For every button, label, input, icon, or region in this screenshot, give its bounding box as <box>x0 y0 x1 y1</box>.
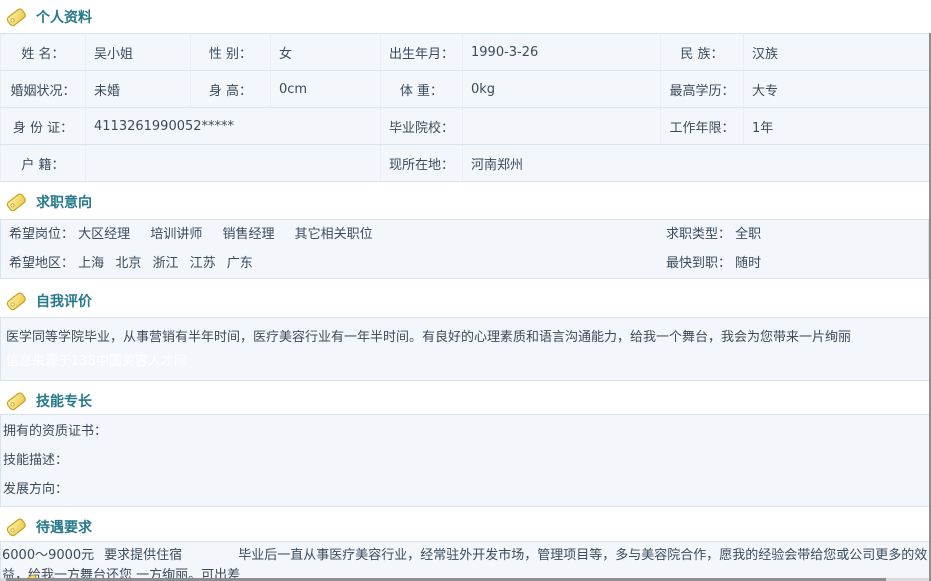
household-label: 户 籍： <box>1 145 86 182</box>
job-type-value: 全职 <box>735 227 761 242</box>
development-direction-label: 发展方向： <box>3 475 930 504</box>
weight-value: 0kg <box>463 71 661 108</box>
position-item: 培训讲师 <box>150 227 202 242</box>
tag-icon <box>4 192 28 212</box>
start-time-label: 最快到职： <box>666 256 731 271</box>
salary-box: 6000～9000元要求提供住宿毕业后一直从事医疗美容行业，经常驻外开发市场，管… <box>0 541 931 581</box>
skills-box: 拥有的资质证书： 技能描述： 发展方向： <box>0 414 931 507</box>
work-years-value: 1年 <box>744 108 930 145</box>
name-value: 吴小姐 <box>86 34 191 71</box>
tag-icon <box>4 291 28 311</box>
ethnicity-label: 民 族： <box>661 34 744 71</box>
section-title-intention: 求职意向 <box>36 192 92 212</box>
table-row: 姓 名： 吴小姐 性 别： 女 出生年月： 1990-3-26 民 族： 汉族 <box>1 34 930 71</box>
section-header-intention: 求职意向 <box>0 191 931 213</box>
section-header-personal: 个人资料 <box>0 6 931 28</box>
watermark-text: 信息来源于138中国美容人才网 <box>6 350 931 374</box>
work-years-label: 工作年限： <box>661 108 744 145</box>
household-value <box>86 145 381 182</box>
region-item: 广东 <box>227 256 253 271</box>
birthdate-label: 出生年月： <box>381 34 463 71</box>
table-row: 户 籍： 现所在地： 河南郑州 <box>1 145 930 182</box>
ethnicity-value: 汉族 <box>744 34 930 71</box>
position-item: 其它相关职位 <box>295 227 373 242</box>
table-row: 婚姻状况： 未婚 身 高： 0cm 体 重： 0kg 最高学历： 大专 <box>1 71 930 108</box>
table-row: 身 份 证： 4113261990052***** 毕业院校： 工作年限： 1年 <box>1 108 930 145</box>
school-label: 毕业院校： <box>381 108 463 145</box>
gender-label: 性 别： <box>191 34 271 71</box>
intention-box: 希望岗位： 大区经理 培训讲师 销售经理 其它相关职位 希望地区： 上海 北京 … <box>0 219 929 279</box>
region-item: 上海 <box>78 256 104 271</box>
intention-right-column: 求职类型： 全职 最快到职： 随时 <box>666 220 761 278</box>
location-label: 现所在地： <box>381 145 463 182</box>
salary-range: 6000～9000元 <box>2 548 94 563</box>
height-label: 身 高： <box>191 71 271 108</box>
region-item: 江苏 <box>190 256 216 271</box>
height-value: 0cm <box>271 71 381 108</box>
start-time-value: 随时 <box>735 256 761 271</box>
personal-info-table: 姓 名： 吴小姐 性 别： 女 出生年月： 1990-3-26 民 族： 汉族 … <box>0 33 930 182</box>
gender-value: 女 <box>271 34 381 71</box>
education-label: 最高学历： <box>661 71 744 108</box>
resume-page: 个人资料 姓 名： 吴小姐 性 别： 女 出生年月： 1990-3-26 民 族… <box>0 0 931 581</box>
region-item: 北京 <box>115 256 141 271</box>
skill-description-label: 技能描述： <box>3 446 930 475</box>
job-type-label: 求职类型： <box>666 227 731 242</box>
birthdate-value: 1990-3-26 <box>463 34 661 71</box>
name-label: 姓 名： <box>1 34 86 71</box>
education-value: 大专 <box>744 71 930 108</box>
tag-icon <box>4 7 28 27</box>
self-evaluation-box: 医学同等学院毕业，从事营销有半年时间，医疗美容行业有一年半时间。有良好的心理素质… <box>0 317 931 381</box>
tag-icon <box>4 517 28 537</box>
certificate-label: 拥有的资质证书： <box>3 417 930 446</box>
region-item: 浙江 <box>152 256 178 271</box>
id-value: 4113261990052***** <box>86 108 381 145</box>
section-header-self-evaluation: 自我评价 <box>0 290 931 312</box>
school-value <box>463 108 661 145</box>
id-label: 身 份 证： <box>1 108 86 145</box>
desired-regions-row: 希望地区： 上海 北京 浙江 江苏 广东 <box>1 249 928 278</box>
section-title-personal: 个人资料 <box>36 7 92 27</box>
section-header-salary: 待遇要求 <box>0 516 931 538</box>
marital-value: 未婚 <box>86 71 191 108</box>
tag-icon <box>4 391 28 411</box>
position-item: 大区经理 <box>78 227 130 242</box>
self-evaluation-text: 医学同等学院毕业，从事营销有半年时间，医疗美容行业有一年半时间。有良好的心理素质… <box>6 326 931 350</box>
marital-label: 婚姻状况： <box>1 71 86 108</box>
weight-label: 体 重： <box>381 71 463 108</box>
section-title-skills: 技能专长 <box>36 391 92 411</box>
section-title-salary: 待遇要求 <box>36 517 92 537</box>
location-value: 河南郑州 <box>463 145 930 182</box>
desired-regions-label: 希望地区： <box>9 256 74 271</box>
section-header-skills: 技能专长 <box>0 390 931 412</box>
housing-requirement: 要求提供住宿 <box>104 548 182 563</box>
start-time-row: 最快到职： 随时 <box>666 249 761 278</box>
position-item: 销售经理 <box>222 227 274 242</box>
desired-positions-label: 希望岗位： <box>9 227 74 242</box>
section-title-self-evaluation: 自我评价 <box>36 291 92 311</box>
desired-positions-row: 希望岗位： 大区经理 培训讲师 销售经理 其它相关职位 <box>1 220 928 249</box>
job-type-row: 求职类型： 全职 <box>666 220 761 249</box>
